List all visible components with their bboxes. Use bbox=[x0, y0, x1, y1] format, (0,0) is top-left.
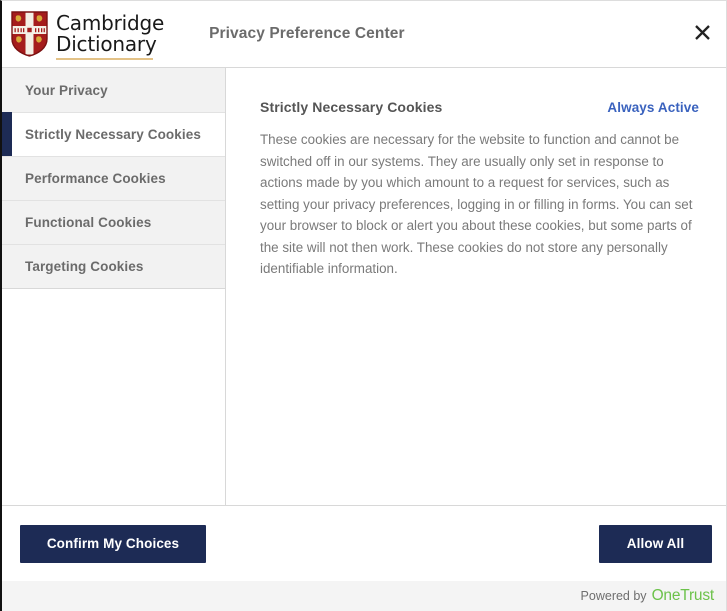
privacy-preference-dialog: Cambridge Dictionary Privacy Preference … bbox=[0, 0, 727, 611]
category-list: Your Privacy Strictly Necessary Cookies … bbox=[2, 68, 225, 289]
dialog-body: Your Privacy Strictly Necessary Cookies … bbox=[2, 68, 726, 505]
category-detail-title: Strictly Necessary Cookies bbox=[260, 99, 443, 115]
confirm-my-choices-button[interactable]: Confirm My Choices bbox=[20, 524, 206, 563]
logo-wordmark: Cambridge Dictionary bbox=[56, 11, 164, 60]
close-icon-glyph bbox=[694, 24, 710, 40]
logo-line-dictionary: Dictionary bbox=[56, 31, 157, 56]
sidebar-item-label: Functional Cookies bbox=[25, 215, 152, 230]
sidebar-item-your-privacy[interactable]: Your Privacy bbox=[2, 68, 225, 112]
cambridge-dictionary-logo: Cambridge Dictionary bbox=[11, 10, 164, 60]
sidebar-item-strictly-necessary-cookies[interactable]: Strictly Necessary Cookies bbox=[2, 112, 225, 157]
sidebar-item-functional-cookies[interactable]: Functional Cookies bbox=[2, 200, 225, 244]
allow-all-button[interactable]: Allow All bbox=[599, 524, 712, 563]
sidebar-item-targeting-cookies[interactable]: Targeting Cookies bbox=[2, 244, 225, 288]
logo-line-cambridge: Cambridge bbox=[56, 10, 165, 35]
status-badge: Always Active bbox=[607, 100, 699, 115]
sidebar-item-label: Performance Cookies bbox=[25, 171, 166, 186]
cambridge-crest-icon bbox=[11, 10, 48, 57]
close-icon[interactable] bbox=[687, 17, 717, 47]
dialog-footer: Confirm My Choices Allow All bbox=[2, 505, 726, 581]
onetrust-brand-label[interactable]: OneTrust bbox=[652, 587, 715, 605]
category-description: These cookies are necessary for the webs… bbox=[260, 132, 693, 276]
category-detail-header: Strictly Necessary Cookies Always Active bbox=[260, 99, 699, 115]
page-title: Privacy Preference Center bbox=[209, 25, 405, 42]
sidebar-item-label: Your Privacy bbox=[25, 82, 108, 98]
powered-by-label: Powered by bbox=[580, 589, 647, 603]
logo-underline bbox=[56, 57, 153, 60]
dialog-header: Cambridge Dictionary Privacy Preference … bbox=[2, 1, 726, 68]
category-sidebar: Your Privacy Strictly Necessary Cookies … bbox=[2, 68, 226, 505]
sidebar-item-performance-cookies[interactable]: Performance Cookies bbox=[2, 156, 225, 200]
sidebar-item-label: Strictly Necessary Cookies bbox=[25, 127, 201, 142]
sidebar-item-label: Targeting Cookies bbox=[25, 259, 144, 274]
category-detail-panel: Strictly Necessary Cookies Always Active… bbox=[226, 68, 726, 505]
powered-by-bar: Powered by OneTrust bbox=[2, 581, 726, 611]
